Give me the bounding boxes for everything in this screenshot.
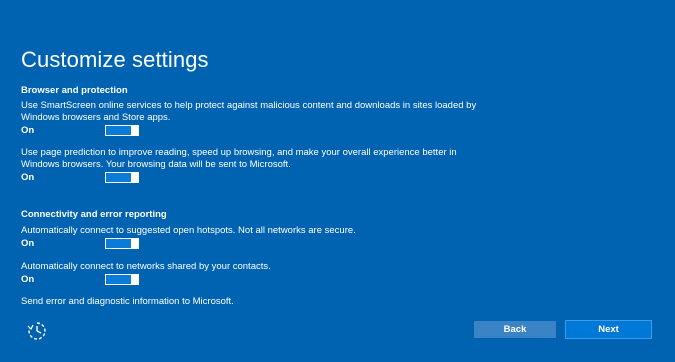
toggle-knob <box>131 274 138 285</box>
toggle-knob <box>131 125 138 136</box>
smartscreen-description: Use SmartScreen online services to help … <box>21 100 477 123</box>
toggle-knob <box>131 238 138 249</box>
hotspots-toggle-state: On <box>21 238 35 249</box>
toggle-knob <box>131 172 138 183</box>
ease-of-access-icon[interactable] <box>26 320 48 342</box>
hotspots-toggle-row: On <box>21 238 151 250</box>
error-reporting-description: Send error and diagnostic information to… <box>21 296 234 307</box>
section-heading-browser: Browser and protection <box>21 85 128 96</box>
contacts-networks-toggle-state: On <box>21 274 35 285</box>
contacts-networks-toggle[interactable] <box>105 274 139 285</box>
hotspots-toggle[interactable] <box>105 238 139 249</box>
contacts-networks-description: Automatically connect to networks shared… <box>21 261 271 272</box>
back-button[interactable]: Back <box>474 321 556 338</box>
page-prediction-description: Use page prediction to improve reading, … <box>21 147 457 170</box>
ease-of-access-glyph <box>27 322 46 340</box>
hotspots-description: Automatically connect to suggested open … <box>21 225 356 236</box>
page-prediction-toggle-state: On <box>21 172 35 183</box>
smartscreen-toggle-row: On <box>21 125 151 137</box>
page-title: Customize settings <box>21 47 209 72</box>
contacts-networks-toggle-row: On <box>21 274 151 286</box>
page-prediction-toggle-row: On <box>21 172 151 184</box>
smartscreen-toggle[interactable] <box>105 125 139 136</box>
page-prediction-toggle[interactable] <box>105 172 139 183</box>
next-button[interactable]: Next <box>565 320 652 339</box>
smartscreen-toggle-state: On <box>21 125 35 136</box>
oobe-screen: Customize settings Browser and protectio… <box>0 0 675 362</box>
section-heading-connectivity: Connectivity and error reporting <box>21 209 167 220</box>
